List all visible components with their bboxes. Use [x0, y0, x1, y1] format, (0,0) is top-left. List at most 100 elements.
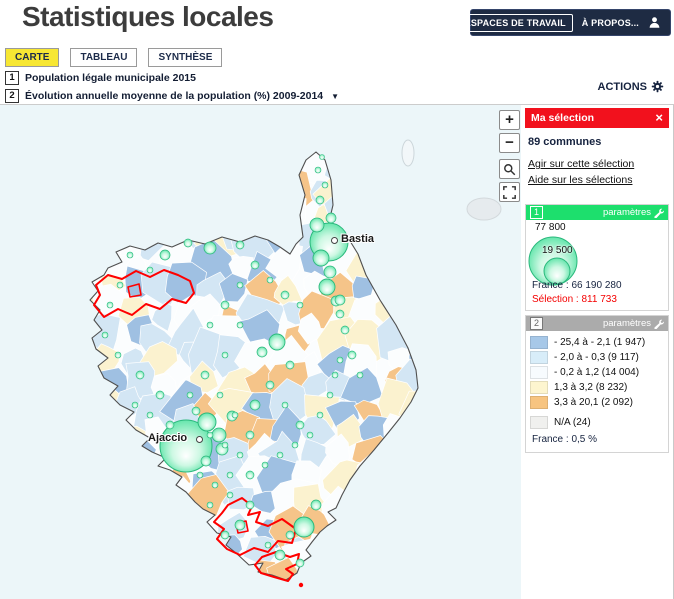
population-bubble[interactable] — [266, 381, 274, 389]
population-bubble[interactable] — [320, 155, 325, 160]
population-bubble[interactable] — [313, 250, 329, 266]
population-bubble[interactable] — [207, 432, 213, 438]
population-bubble[interactable] — [221, 301, 229, 309]
population-bubble[interactable] — [132, 402, 138, 408]
population-bubble[interactable] — [166, 421, 174, 429]
population-bubble[interactable] — [307, 432, 313, 438]
population-bubble[interactable] — [237, 322, 243, 328]
population-bubble[interactable] — [184, 239, 192, 247]
population-bubble[interactable] — [201, 371, 209, 379]
population-bubble[interactable] — [232, 412, 238, 418]
population-bubble[interactable] — [310, 218, 324, 232]
population-bubble[interactable] — [221, 531, 229, 539]
tab-tableau[interactable]: TABLEAU — [70, 48, 137, 67]
population-bubble[interactable] — [316, 196, 324, 204]
user-icon[interactable] — [648, 16, 661, 29]
population-bubble[interactable] — [246, 501, 254, 509]
population-bubble[interactable] — [275, 550, 285, 560]
population-bubble[interactable] — [357, 372, 363, 378]
population-bubble[interactable] — [336, 310, 344, 318]
legend-1-params-button[interactable]: paramètres — [603, 207, 664, 218]
population-bubble[interactable] — [198, 413, 216, 431]
population-bubble[interactable] — [262, 462, 268, 468]
population-bubble[interactable] — [286, 531, 294, 539]
population-bubble[interactable] — [341, 326, 349, 334]
population-bubble[interactable] — [267, 277, 273, 283]
population-bubble[interactable] — [222, 442, 228, 448]
population-bubble[interactable] — [197, 472, 203, 478]
population-bubble[interactable] — [246, 431, 254, 439]
population-bubble[interactable] — [207, 502, 213, 508]
population-bubble[interactable] — [127, 252, 133, 258]
population-bubble[interactable] — [292, 442, 298, 448]
population-bubble[interactable] — [281, 291, 289, 299]
bastia-marker-icon[interactable] — [331, 237, 338, 244]
about-button[interactable]: À PROPOS... — [582, 18, 639, 28]
population-bubble[interactable] — [246, 471, 254, 479]
population-bubble[interactable] — [317, 412, 323, 418]
population-bubble[interactable] — [160, 250, 170, 260]
population-bubble[interactable] — [282, 402, 288, 408]
population-bubble[interactable] — [102, 332, 108, 338]
population-bubble[interactable] — [117, 282, 123, 288]
actions-button[interactable]: ACTIONS — [598, 80, 665, 93]
selection-help-link[interactable]: Aide sur les sélections — [528, 174, 666, 186]
population-bubble[interactable] — [227, 492, 233, 498]
population-bubble[interactable] — [337, 357, 343, 363]
zoom-box-button[interactable] — [499, 159, 520, 179]
population-bubble[interactable] — [251, 261, 259, 269]
population-bubble[interactable] — [136, 371, 144, 379]
population-bubble[interactable] — [348, 351, 356, 359]
population-bubble[interactable] — [147, 412, 153, 418]
population-bubble[interactable] — [156, 391, 164, 399]
population-bubble[interactable] — [192, 407, 200, 415]
population-bubble[interactable] — [227, 472, 233, 478]
population-bubble[interactable] — [277, 452, 283, 458]
population-bubble[interactable] — [297, 302, 303, 308]
fullscreen-button[interactable] — [499, 182, 520, 202]
population-bubble[interactable] — [326, 213, 336, 223]
zoom-in-button[interactable]: + — [499, 110, 520, 130]
population-bubble[interactable] — [107, 302, 113, 308]
chevron-down-icon[interactable]: ▼ — [331, 92, 339, 101]
act-on-selection-link[interactable]: Agir sur cette sélection — [528, 158, 666, 170]
population-bubble[interactable] — [204, 242, 216, 254]
population-bubble[interactable] — [335, 295, 345, 305]
population-bubble[interactable] — [319, 279, 335, 295]
ajaccio-marker-icon[interactable] — [196, 436, 203, 443]
population-bubble[interactable] — [237, 452, 243, 458]
population-bubble[interactable] — [236, 241, 244, 249]
population-bubble[interactable] — [286, 361, 294, 369]
population-bubble[interactable] — [324, 266, 336, 278]
workspaces-button[interactable]: ESPACES DE TRAVAIL — [458, 14, 573, 32]
population-bubble[interactable] — [187, 392, 193, 398]
population-bubble[interactable] — [257, 347, 267, 357]
zoom-out-button[interactable]: − — [499, 133, 520, 153]
population-bubble[interactable] — [265, 542, 271, 548]
population-bubble[interactable] — [296, 559, 304, 567]
indicator-2-row[interactable]: 2 Évolution annuelle moyenne de la popul… — [5, 89, 339, 103]
population-bubble[interactable] — [311, 500, 321, 510]
population-bubble[interactable] — [294, 517, 314, 537]
population-bubble[interactable] — [322, 182, 328, 188]
population-bubble[interactable] — [217, 392, 223, 398]
legend-2-params-button[interactable]: paramètres — [603, 318, 664, 329]
population-bubble[interactable] — [315, 167, 321, 173]
population-bubble[interactable] — [212, 482, 218, 488]
population-bubble[interactable] — [332, 372, 338, 378]
population-bubble[interactable] — [201, 456, 211, 466]
population-bubble[interactable] — [269, 334, 285, 350]
population-bubble[interactable] — [235, 520, 245, 530]
population-bubble[interactable] — [115, 352, 121, 358]
population-bubble[interactable] — [207, 322, 213, 328]
population-bubble[interactable] — [147, 267, 153, 273]
population-bubble[interactable] — [327, 392, 333, 398]
close-icon[interactable]: × — [655, 113, 663, 123]
tab-synthese[interactable]: SYNTHÈSE — [148, 48, 222, 67]
population-bubble[interactable] — [296, 421, 304, 429]
population-bubble[interactable] — [250, 400, 260, 410]
population-bubble[interactable] — [212, 428, 226, 442]
population-bubble[interactable] — [222, 352, 228, 358]
population-bubble[interactable] — [237, 282, 243, 288]
tab-carte[interactable]: CARTE — [5, 48, 59, 67]
